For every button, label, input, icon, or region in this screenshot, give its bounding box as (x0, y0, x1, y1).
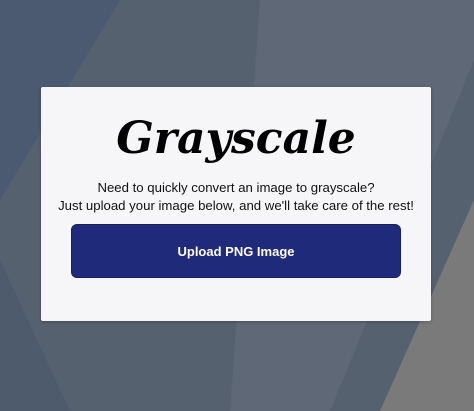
upload-png-button[interactable]: Upload PNG Image (71, 224, 401, 278)
description-line-1: Need to quickly convert an image to gray… (97, 180, 375, 195)
description-line-2: Just upload your image below, and we'll … (58, 198, 414, 213)
app-logo: Grayscale (116, 113, 356, 164)
upload-card: Grayscale Need to quickly convert an ima… (41, 87, 431, 321)
description-text: Need to quickly convert an image to gray… (41, 179, 431, 215)
